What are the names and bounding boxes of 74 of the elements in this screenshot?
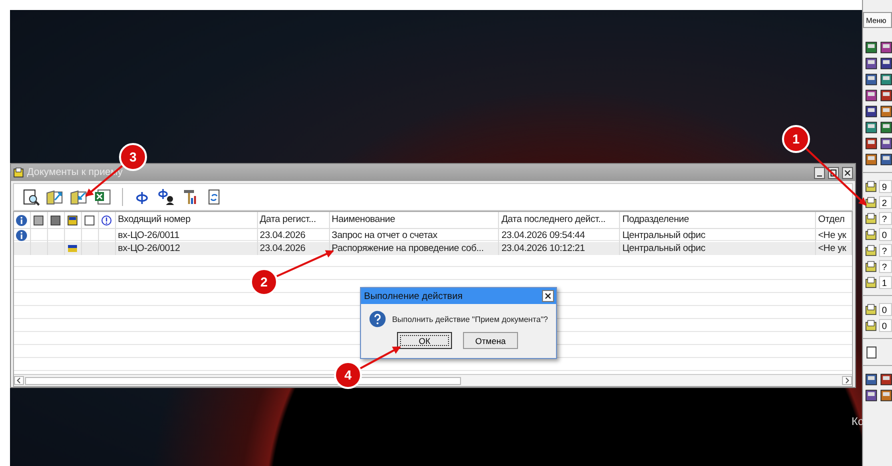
toolbar-icon[interactable] <box>865 372 878 386</box>
counter-value: 1 <box>878 276 892 288</box>
toolbar-icon[interactable] <box>880 120 892 134</box>
tray-icon[interactable] <box>865 180 877 192</box>
phi-user-icon[interactable] <box>157 188 175 206</box>
status-icon <box>33 214 44 226</box>
toolbar-icon[interactable] <box>865 72 878 86</box>
spreadsheet-icon[interactable] <box>94 188 112 206</box>
column-header[interactable]: Отдел <box>816 212 852 228</box>
folder-import-icon[interactable] <box>70 188 88 206</box>
table-cell: Центральный офис <box>620 242 816 255</box>
toolbar-icon[interactable] <box>865 104 878 118</box>
toolbar-icon[interactable] <box>865 388 878 402</box>
tray-icon[interactable] <box>865 196 877 208</box>
warning-icon <box>101 214 112 226</box>
counter-value: 0 <box>878 318 892 332</box>
preview-icon[interactable] <box>22 188 40 206</box>
annotation-arrow <box>806 148 867 206</box>
toolbar-icon[interactable] <box>880 372 892 386</box>
toolbar-icon[interactable] <box>880 72 892 86</box>
toolbar-icon[interactable] <box>865 88 878 102</box>
table-row[interactable]: вх-ЦО-26/0012 23.04.2026 Распоряжение на проведение соб... 23.04.2026 10:12:21 Центральный офис <Не ук <box>14 242 852 255</box>
column-header[interactable]: Подразделение <box>620 212 816 228</box>
toolbar-icon[interactable] <box>865 40 878 54</box>
hammer-chart-icon[interactable] <box>181 188 199 206</box>
toolbar-icon[interactable] <box>880 388 892 402</box>
question-icon <box>369 310 386 328</box>
column-header[interactable]: Дата регист... <box>258 212 330 228</box>
window-app-icon <box>13 167 24 178</box>
toolbar-icon[interactable] <box>865 56 878 70</box>
close-button[interactable] <box>842 166 853 178</box>
toolbar-icon[interactable] <box>880 104 892 118</box>
tray-icon[interactable] <box>865 260 877 272</box>
folder-export-icon[interactable] <box>46 188 64 206</box>
tray-icon[interactable] <box>865 276 877 288</box>
counter-value: 0 <box>878 302 892 316</box>
counter-value: ? <box>878 212 892 224</box>
counter-value: 0 <box>878 228 892 240</box>
tray-icon[interactable] <box>865 244 877 256</box>
minimize-button[interactable] <box>814 166 825 178</box>
toolbar-icon[interactable] <box>880 136 892 150</box>
toolbar-icon[interactable] <box>880 152 892 166</box>
dialog-button[interactable]: Отмена <box>463 332 518 349</box>
table-cell: 23.04.2026 <box>258 242 330 255</box>
annotation-arrow <box>276 250 334 278</box>
counter-value: ? <box>878 244 892 256</box>
toolbar-icon[interactable] <box>865 152 878 166</box>
table-cell: Распоряжение на проведение соб... <box>330 242 500 255</box>
dialog-title: Выполнение действия <box>364 290 464 302</box>
scroll-left-icon[interactable] <box>14 376 24 385</box>
counter-value: ? <box>878 260 892 272</box>
annotation-arrow <box>360 346 401 370</box>
table-cell: <Не ук <box>816 242 852 255</box>
counter-value: 9 <box>878 180 892 192</box>
toolbar-icon[interactable] <box>880 40 892 54</box>
document-icon <box>84 214 96 226</box>
document-icon[interactable] <box>865 346 878 358</box>
column-header[interactable]: Входящий номер <box>116 212 258 228</box>
scroll-right-icon[interactable] <box>842 376 852 385</box>
toolbar-icon[interactable] <box>865 136 878 150</box>
card-icon <box>67 214 78 226</box>
tray-icon[interactable] <box>865 228 877 240</box>
counter-value: 2 <box>878 196 892 208</box>
tray-icon[interactable] <box>865 212 877 224</box>
toolbar-icon[interactable] <box>865 120 878 134</box>
table-cell: вх-ЦО-26/0012 <box>116 242 258 255</box>
dialog-button[interactable]: ОК <box>397 332 452 349</box>
column-header[interactable]: Наименование <box>330 212 500 228</box>
table-cell: 23.04.2026 10:12:21 <box>499 242 620 255</box>
column-header[interactable]: Дата последнего дейст... <box>499 212 620 228</box>
close-button[interactable] <box>542 290 554 302</box>
dialog-message: Выполнить действие "Прием документа"? <box>392 314 548 324</box>
toolbar-icon[interactable] <box>880 88 892 102</box>
toolbar-icon[interactable] <box>880 56 892 70</box>
